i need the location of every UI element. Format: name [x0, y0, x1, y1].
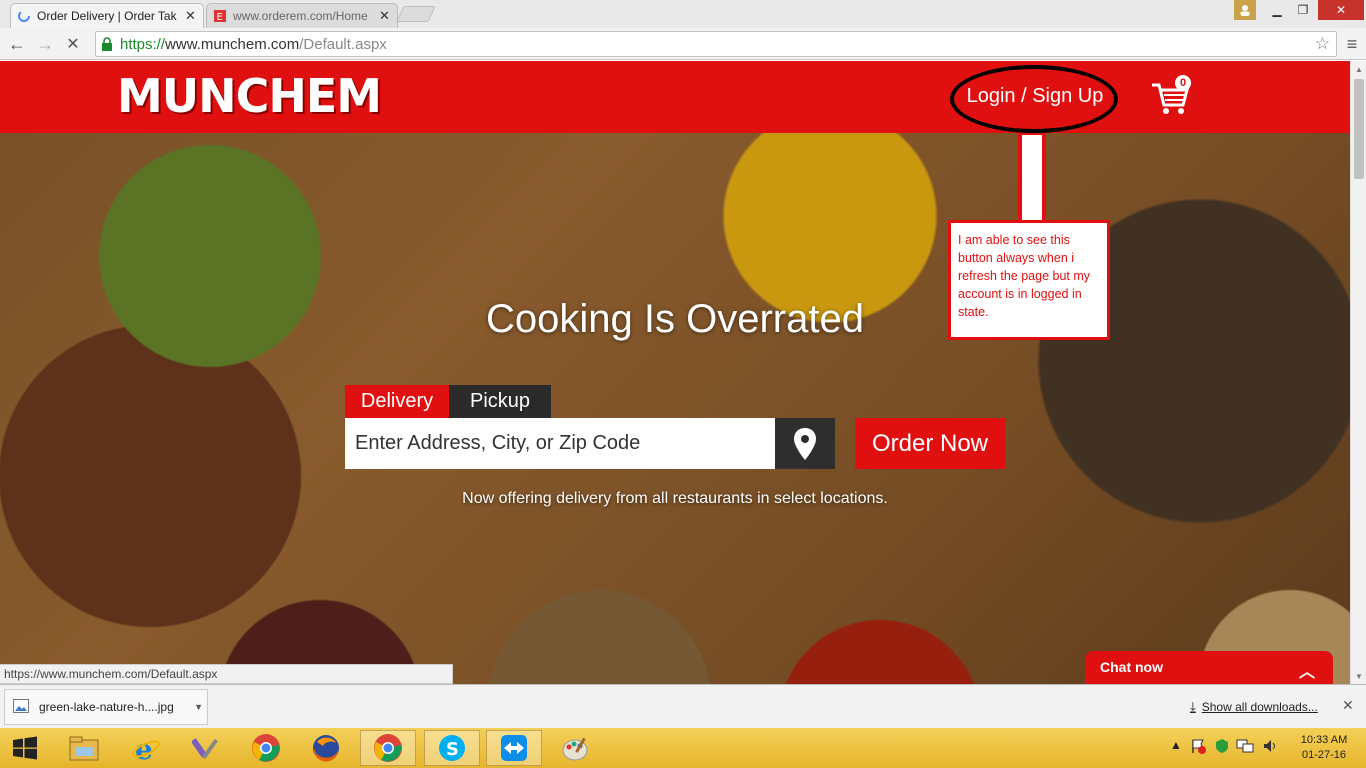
download-item[interactable]: green-lake-nature-h....jpg ▼ [4, 689, 208, 725]
cart-count-badge: 0 [1175, 75, 1191, 91]
location-pin-button[interactable] [775, 418, 835, 469]
minimize-button[interactable]: ▁ [1264, 0, 1290, 20]
tab-close-icon[interactable]: ✕ [379, 8, 391, 24]
menu-icon[interactable]: ≡ [1340, 32, 1364, 56]
site-header: MUNCHEM Login / Sign Up 0 [0, 61, 1350, 133]
chat-now-widget[interactable]: Chat now ︿ [1085, 651, 1333, 684]
address-input[interactable] [345, 418, 775, 469]
windows-taskbar: e S ▲ 10:33 AM 01-27-16 [0, 728, 1366, 768]
tab-close-icon[interactable]: ✕ [185, 8, 197, 24]
address-bar[interactable]: https://www.munchem.com/Default.aspx ☆ [95, 31, 1337, 57]
browser-tab-bar: Order Delivery | Order Tak ✕ E www.order… [0, 0, 1366, 28]
clock-time: 10:33 AM [1300, 734, 1348, 746]
order-now-button[interactable]: Order Now [855, 418, 1005, 469]
delivery-subline: Now offering delivery from all restauran… [462, 490, 888, 507]
loading-spinner-icon [17, 9, 31, 23]
tab-delivery[interactable]: Delivery [345, 385, 449, 418]
tab-title: www.orderem.com/Home [233, 9, 368, 23]
svg-text:E: E [217, 12, 223, 23]
status-url-bubble: https://www.munchem.com/Default.aspx [0, 664, 453, 684]
secure-lock-icon [101, 37, 113, 56]
forward-arrow-icon[interactable]: → [33, 32, 57, 56]
restore-button[interactable]: ❐ [1290, 0, 1316, 20]
hero-headline: Cooking Is Overrated [486, 297, 864, 341]
tab-orderem[interactable]: E www.orderem.com/Home ✕ [206, 3, 398, 28]
action-center-flag-icon[interactable] [1190, 738, 1206, 757]
page-scrollbar[interactable]: ▲ ▼ [1350, 61, 1366, 684]
dropdown-caret-icon[interactable]: ▼ [194, 702, 203, 712]
security-shield-icon[interactable] [1214, 738, 1230, 757]
browser-toolbar: ← → ✕ https://www.munchem.com/Default.as… [0, 28, 1366, 60]
tab-pickup[interactable]: Pickup [449, 385, 551, 418]
file-explorer-icon[interactable] [56, 730, 112, 766]
network-icon[interactable] [1236, 738, 1254, 757]
image-file-icon [13, 698, 29, 716]
tab-title: Order Delivery | Order Tak [37, 9, 177, 23]
close-shelf-icon[interactable]: ✕ [1342, 697, 1354, 714]
stop-loading-icon[interactable]: ✕ [61, 32, 85, 56]
new-tab-button[interactable] [396, 6, 436, 22]
location-pin-icon [794, 427, 816, 460]
scroll-thumb[interactable] [1354, 79, 1364, 179]
internet-explorer-icon[interactable]: e [118, 730, 174, 766]
url-text: https://www.munchem.com/Default.aspx [120, 36, 387, 53]
tray-expand-icon[interactable]: ▲ [1170, 738, 1182, 752]
chevron-up-icon[interactable]: ︿ [1299, 658, 1315, 682]
web-page: MUNCHEM Login / Sign Up 0 I am able to s… [0, 61, 1350, 684]
scroll-up-icon[interactable]: ▲ [1351, 61, 1366, 77]
orderem-favicon-icon: E [213, 9, 227, 23]
svg-text:S: S [446, 739, 459, 760]
windows-logo-icon [13, 736, 37, 760]
chat-label: Chat now [1100, 659, 1163, 675]
start-button[interactable] [0, 730, 50, 766]
download-shelf: green-lake-nature-h....jpg ▼ ⤓ Show all … [0, 684, 1366, 728]
download-filename: green-lake-nature-h....jpg [39, 700, 174, 714]
login-signup-link[interactable]: Login / Sign Up [960, 85, 1110, 108]
skype-icon[interactable]: S [424, 730, 480, 766]
back-arrow-icon[interactable]: ← [5, 32, 29, 56]
paint-icon[interactable] [548, 730, 604, 766]
teamviewer-icon[interactable] [486, 730, 542, 766]
chrome-active-icon[interactable] [360, 730, 416, 766]
tools-icon[interactable] [178, 730, 234, 766]
bookmark-star-icon[interactable]: ☆ [1315, 34, 1330, 54]
show-all-label: Show all downloads... [1201, 700, 1318, 714]
system-clock[interactable]: 10:33 AM 01-27-16 [1296, 733, 1352, 763]
download-arrow-icon: ⤓ [1190, 699, 1196, 714]
scroll-down-icon[interactable]: ▼ [1351, 668, 1366, 684]
chrome-icon[interactable] [238, 730, 294, 766]
tab-munchem[interactable]: Order Delivery | Order Tak ✕ [10, 3, 204, 28]
user-profile-icon[interactable] [1234, 0, 1256, 20]
clock-date: 01-27-16 [1301, 749, 1347, 761]
show-all-downloads-link[interactable]: ⤓ Show all downloads... [1190, 699, 1318, 715]
munchem-logo[interactable]: MUNCHEM [117, 69, 382, 123]
volume-icon[interactable] [1262, 738, 1278, 757]
close-window-button[interactable]: ✕ [1318, 0, 1364, 20]
firefox-icon[interactable] [298, 730, 354, 766]
spices-hero-image [0, 61, 1350, 684]
